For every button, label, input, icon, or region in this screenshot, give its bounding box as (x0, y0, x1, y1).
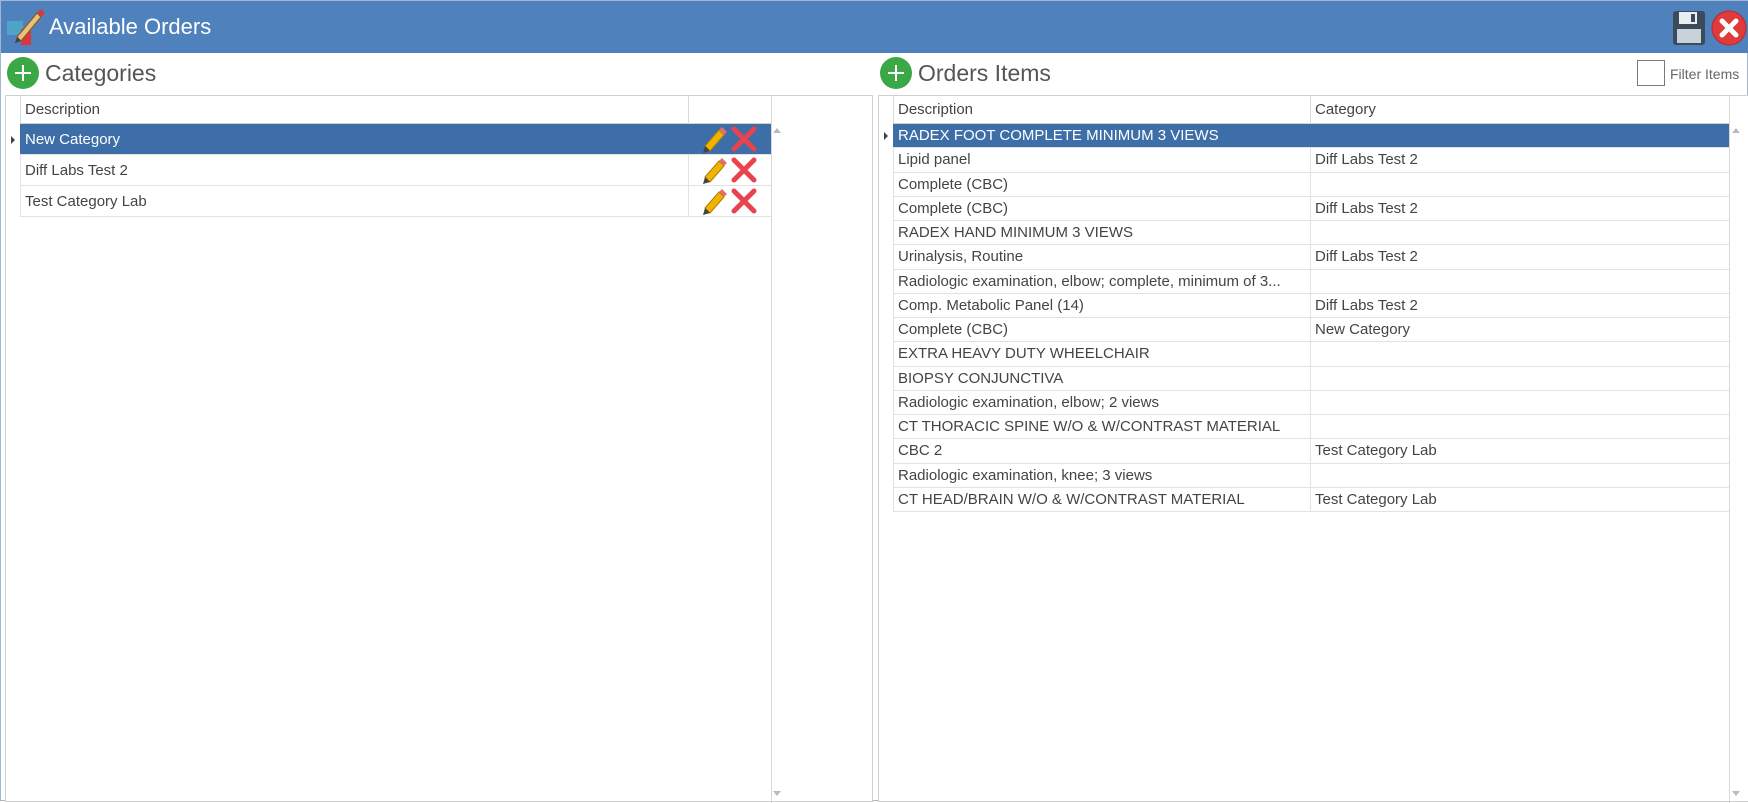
category-row[interactable]: Test Category Lab (20, 186, 771, 217)
order-description: Radiologic examination, knee; 3 views (893, 463, 1310, 487)
category-description: Test Category Lab (20, 186, 688, 216)
order-row[interactable]: Complete (CBC) (893, 172, 1729, 197)
scroll-down-icon[interactable] (773, 791, 781, 796)
order-description: Urinalysis, Routine (893, 245, 1310, 269)
order-category: Diff Labs Test 2 (1310, 245, 1729, 269)
pencil-icon[interactable] (699, 124, 729, 154)
scroll-down-icon[interactable] (1732, 791, 1740, 796)
order-description: CT HEAD/BRAIN W/O & W/CONTRAST MATERIAL (893, 487, 1310, 511)
column-header-actions (688, 96, 771, 124)
category-row[interactable]: New Category (20, 124, 771, 155)
order-description: Radiologic examination, elbow; 2 views (893, 390, 1310, 414)
orders-panel: Orders Items Filter Items Description Ca… (878, 53, 1748, 803)
order-row[interactable]: Radiologic examination, knee; 3 views (893, 463, 1729, 488)
order-description: Lipid panel (893, 148, 1310, 172)
categories-grid-header: Description (20, 96, 771, 124)
add-category-button[interactable] (7, 57, 39, 89)
categories-grid: Description New Category Diff Labs Test 2… (5, 95, 873, 803)
scroll-up-icon[interactable] (1732, 128, 1740, 133)
available-orders-window: Available Orders Categories Description … (0, 0, 1748, 803)
order-category: Test Category Lab (1310, 439, 1729, 463)
current-row-indicator (884, 132, 888, 140)
order-row[interactable]: Complete (CBC) Diff Labs Test 2 (893, 196, 1729, 221)
window-title: Available Orders (49, 14, 212, 39)
delete-x-icon[interactable] (729, 124, 759, 154)
pencil-icon[interactable] (699, 155, 729, 185)
order-row[interactable]: BIOPSY CONJUNCTIVA (893, 366, 1729, 391)
column-header-description[interactable]: Description (893, 96, 1310, 124)
filter-items-checkbox[interactable] (1637, 60, 1665, 86)
order-row[interactable]: Comp. Metabolic Panel (14) Diff Labs Test… (893, 293, 1729, 318)
order-description: RADEX FOOT COMPLETE MINIMUM 3 VIEWS (893, 124, 1310, 148)
order-category: Diff Labs Test 2 (1310, 148, 1729, 172)
order-category (1310, 124, 1729, 148)
column-header-category[interactable]: Category (1310, 96, 1729, 124)
order-row[interactable]: Urinalysis, Routine Diff Labs Test 2 (893, 245, 1729, 270)
add-order-button[interactable] (880, 57, 912, 89)
order-description: Comp. Metabolic Panel (14) (893, 293, 1310, 317)
order-description: CT THORACIC SPINE W/O & W/CONTRAST MATER… (893, 415, 1310, 439)
orders-grid-header: Description Category (893, 96, 1729, 124)
pencil-icon[interactable] (699, 186, 729, 216)
category-actions (688, 155, 771, 185)
order-row[interactable]: RADEX FOOT COMPLETE MINIMUM 3 VIEWS (893, 124, 1729, 149)
order-row[interactable]: CBC 2 Test Category Lab (893, 439, 1729, 464)
order-row[interactable]: Radiologic examination, elbow; 2 views (893, 390, 1729, 415)
categories-header: Categories (5, 53, 873, 95)
order-row[interactable]: CT HEAD/BRAIN W/O & W/CONTRAST MATERIAL T… (893, 487, 1729, 512)
save-icon[interactable] (1671, 9, 1707, 47)
order-category (1310, 415, 1729, 439)
order-category (1310, 366, 1729, 390)
categories-scrollbar[interactable] (771, 96, 772, 803)
orders-title: Orders Items (918, 60, 1051, 86)
orders-header: Orders Items Filter Items (878, 53, 1748, 95)
current-row-indicator (11, 136, 15, 144)
order-category: Diff Labs Test 2 (1310, 293, 1729, 317)
filter-items-label: Filter Items (1670, 66, 1740, 82)
category-row[interactable]: Diff Labs Test 2 (20, 155, 771, 186)
order-description: EXTRA HEAVY DUTY WHEELCHAIR (893, 342, 1310, 366)
delete-x-icon[interactable] (729, 186, 759, 216)
order-row[interactable]: RADEX HAND MINIMUM 3 VIEWS (893, 221, 1729, 246)
order-category (1310, 172, 1729, 196)
order-description: Radiologic examination, elbow; complete,… (893, 269, 1310, 293)
order-description: Complete (CBC) (893, 172, 1310, 196)
order-description: RADEX HAND MINIMUM 3 VIEWS (893, 221, 1310, 245)
order-description: Complete (CBC) (893, 196, 1310, 220)
order-category (1310, 342, 1729, 366)
categories-title: Categories (45, 60, 157, 86)
order-description: CBC 2 (893, 439, 1310, 463)
title-bar: Available Orders (1, 1, 1748, 53)
orders-grid: Description Category RADEX FOOT COMPLETE… (878, 95, 1748, 803)
order-row[interactable]: Radiologic examination, elbow; complete,… (893, 269, 1729, 294)
column-header-description[interactable]: Description (20, 96, 688, 124)
order-category (1310, 390, 1729, 414)
order-row[interactable]: Complete (CBC) New Category (893, 318, 1729, 343)
order-row[interactable]: Lipid panel Diff Labs Test 2 (893, 148, 1729, 173)
close-icon[interactable] (1711, 10, 1747, 46)
orders-app-icon (7, 9, 45, 45)
category-description: New Category (20, 124, 688, 154)
order-category (1310, 221, 1729, 245)
order-category (1310, 269, 1729, 293)
categories-panel: Categories Description New Category Diff … (5, 53, 873, 803)
order-row[interactable]: CT THORACIC SPINE W/O & W/CONTRAST MATER… (893, 415, 1729, 440)
category-actions (688, 186, 771, 216)
order-category (1310, 463, 1729, 487)
order-category: New Category (1310, 318, 1729, 342)
scroll-up-icon[interactable] (773, 128, 781, 133)
category-description: Diff Labs Test 2 (20, 155, 688, 185)
order-description: Complete (CBC) (893, 318, 1310, 342)
delete-x-icon[interactable] (729, 155, 759, 185)
orders-scrollbar[interactable] (1729, 96, 1730, 803)
order-row[interactable]: EXTRA HEAVY DUTY WHEELCHAIR (893, 342, 1729, 367)
order-category: Test Category Lab (1310, 487, 1729, 511)
order-category: Diff Labs Test 2 (1310, 196, 1729, 220)
category-actions (688, 124, 771, 154)
order-description: BIOPSY CONJUNCTIVA (893, 366, 1310, 390)
